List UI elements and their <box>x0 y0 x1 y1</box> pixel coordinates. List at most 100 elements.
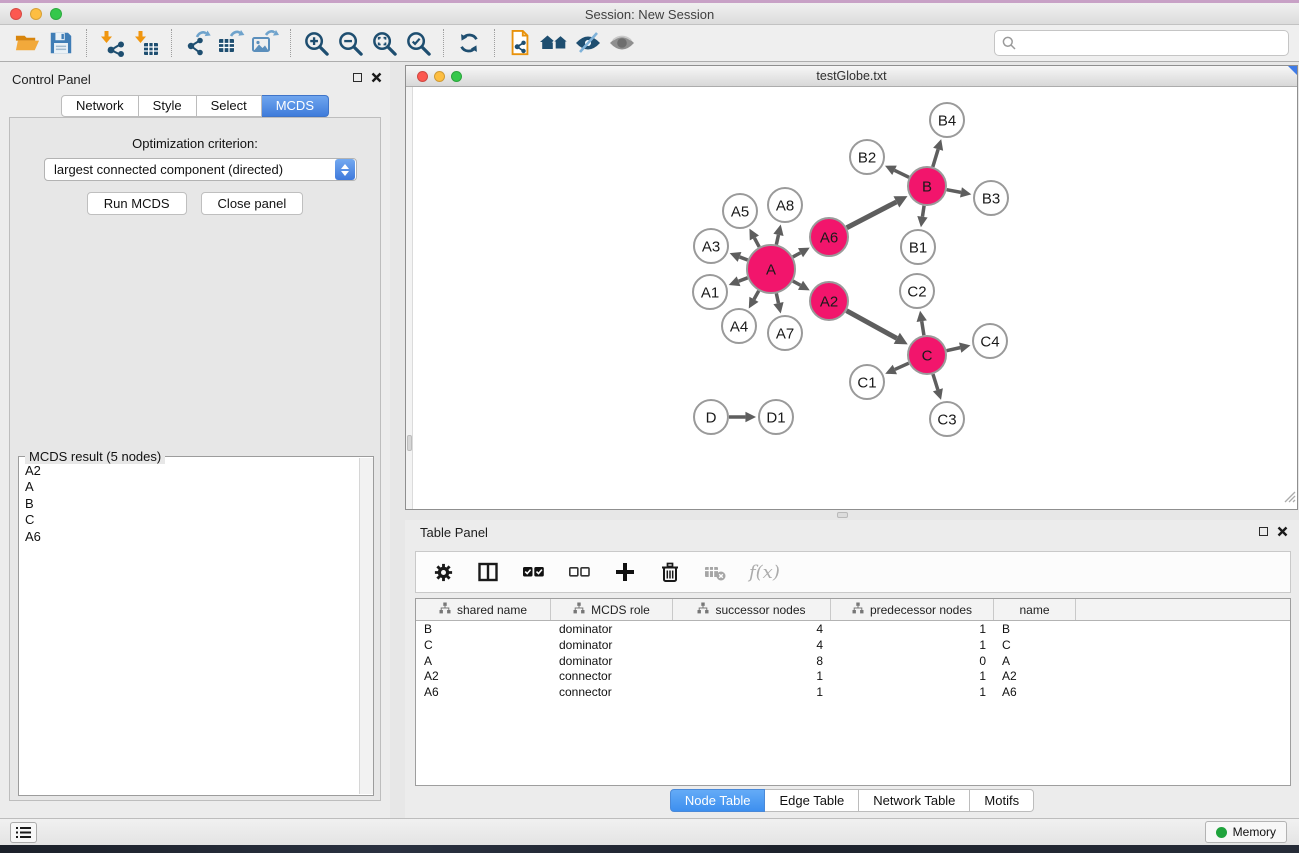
cell-predecessor-nodes: 1 <box>831 668 994 684</box>
float-panel-icon[interactable] <box>353 73 362 82</box>
export-table-icon[interactable] <box>214 28 248 58</box>
mcds-result-item[interactable]: C <box>25 512 352 528</box>
zoom-fit-icon[interactable] <box>367 28 401 58</box>
column-header-name[interactable]: name <box>994 599 1076 620</box>
memory-button[interactable]: Memory <box>1205 821 1287 843</box>
column-header-MCDS-role[interactable]: MCDS role <box>551 599 673 620</box>
svg-text:A3: A3 <box>702 238 720 255</box>
column-header-predecessor-nodes[interactable]: predecessor nodes <box>831 599 994 620</box>
tab-motifs[interactable]: Motifs <box>970 789 1034 812</box>
import-network-icon[interactable] <box>95 28 129 58</box>
svg-text:B4: B4 <box>938 112 956 129</box>
save-session-icon[interactable] <box>44 28 78 58</box>
graph-node-A8[interactable]: A8 <box>768 188 802 222</box>
open-session-icon[interactable] <box>10 28 44 58</box>
tab-network[interactable]: Network <box>61 95 139 117</box>
network-canvas[interactable]: B4 B2 B B3 A8 A5 A6 A3 B1 A A1 C2 A2 A4 A7 C4 C C1 C3 D D1 <box>406 87 1297 509</box>
table-row[interactable]: Cdominator41C <box>416 637 1290 653</box>
mcds-result-scrollbar[interactable] <box>359 458 373 794</box>
cell-predecessor-nodes: 1 <box>831 621 994 637</box>
zoom-in-icon[interactable] <box>299 28 333 58</box>
tab-select[interactable]: Select <box>197 95 262 117</box>
splitter-grabber[interactable] <box>407 435 412 451</box>
mcds-result-item[interactable]: A <box>25 479 352 495</box>
network-graph[interactable]: B4 B2 B B3 A8 A5 A6 A3 B1 A A1 C2 A2 A4 A7 C4 C C1 C3 D D1 <box>406 87 1297 509</box>
canvas-left-splitter[interactable] <box>406 87 413 509</box>
graph-node-A3[interactable]: A3 <box>694 229 728 263</box>
run-mcds-button[interactable]: Run MCDS <box>87 192 187 215</box>
graph-node-B2[interactable]: B2 <box>850 140 884 174</box>
column-header-successor-nodes[interactable]: successor nodes <box>673 599 831 620</box>
tab-edge-table[interactable]: Edge Table <box>765 789 859 812</box>
tab-node-table[interactable]: Node Table <box>670 789 766 812</box>
graph-node-A7[interactable]: A7 <box>768 316 802 350</box>
graph-node-B3[interactable]: B3 <box>974 181 1008 215</box>
memory-label: Memory <box>1233 825 1276 839</box>
select-all-icon[interactable] <box>522 561 545 583</box>
deselect-all-icon[interactable] <box>568 561 591 583</box>
mcds-result-box: MCDS result (5 nodes) A2ABCA6 <box>18 456 374 796</box>
graph-node-D1[interactable]: D1 <box>759 400 793 434</box>
tab-network-table[interactable]: Network Table <box>859 789 970 812</box>
control-panel-title: Control Panel <box>12 72 91 87</box>
splitter-grabber[interactable] <box>837 512 848 518</box>
zoom-out-icon[interactable] <box>333 28 367 58</box>
graph-node-C[interactable]: C <box>908 336 946 374</box>
svg-text:A6: A6 <box>820 229 838 246</box>
graph-node-A4[interactable]: A4 <box>722 309 756 343</box>
import-table-icon[interactable] <box>129 28 163 58</box>
refresh-icon[interactable] <box>452 28 486 58</box>
settings-gear-icon[interactable] <box>433 562 454 583</box>
mcds-result-item[interactable]: B <box>25 496 352 512</box>
graph-node-B4[interactable]: B4 <box>930 103 964 137</box>
hide-panels-eye-icon[interactable] <box>571 28 605 58</box>
graph-node-C1[interactable]: C1 <box>850 365 884 399</box>
graph-node-A1[interactable]: A1 <box>693 275 727 309</box>
close-panel-icon[interactable] <box>371 72 382 83</box>
graph-node-B1[interactable]: B1 <box>901 230 935 264</box>
mcds-result-item[interactable]: A6 <box>25 529 352 545</box>
show-columns-icon[interactable] <box>477 561 499 583</box>
graph-node-C3[interactable]: C3 <box>930 402 964 436</box>
graph-node-D[interactable]: D <box>694 400 728 434</box>
export-network-icon[interactable] <box>180 28 214 58</box>
home-layout-icon[interactable] <box>537 28 571 58</box>
mcds-result-list: A2ABCA6 <box>19 459 358 795</box>
app-title: Session: New Session <box>0 7 1299 22</box>
table-row[interactable]: Bdominator41B <box>416 621 1290 637</box>
column-sort-icon <box>697 602 709 617</box>
column-header-shared-name[interactable]: shared name <box>416 599 551 620</box>
search-input[interactable] <box>994 30 1289 56</box>
graph-node-A2[interactable]: A2 <box>810 282 848 320</box>
horizontal-splitter[interactable] <box>405 510 1299 520</box>
export-image-icon[interactable] <box>248 28 282 58</box>
graph-node-C2[interactable]: C2 <box>900 274 934 308</box>
task-history-button[interactable] <box>10 822 37 843</box>
criterion-select[interactable]: largest connected component (directed) <box>44 158 357 181</box>
toolbar-separator <box>290 29 291 57</box>
graph-node-A6[interactable]: A6 <box>810 218 848 256</box>
close-panel-button[interactable]: Close panel <box>201 192 304 215</box>
graph-node-A[interactable]: A <box>747 245 795 293</box>
show-panels-eye-icon[interactable] <box>605 28 639 58</box>
app-titlebar: Session: New Session <box>0 3 1299 25</box>
zoom-selected-icon[interactable] <box>401 28 435 58</box>
network-window-titlebar[interactable]: testGlobe.txt <box>406 66 1297 87</box>
table-row[interactable]: Adominator80A <box>416 653 1290 669</box>
add-column-icon[interactable] <box>614 561 636 583</box>
graph-node-C4[interactable]: C4 <box>973 324 1007 358</box>
mcds-result-item[interactable]: A2 <box>25 463 352 479</box>
clone-network-icon[interactable] <box>503 28 537 58</box>
table-row[interactable]: A6connector11A6 <box>416 684 1290 700</box>
delete-selection-icon[interactable] <box>659 561 681 583</box>
graph-node-B[interactable]: B <box>908 167 946 205</box>
window-resize-grip-icon[interactable] <box>1283 490 1296 508</box>
window-resize-corner-icon <box>1288 66 1297 75</box>
close-panel-icon[interactable] <box>1277 526 1288 537</box>
tab-mcds[interactable]: MCDS <box>262 95 329 117</box>
tab-style[interactable]: Style <box>139 95 197 117</box>
cell-predecessor-nodes: 0 <box>831 653 994 669</box>
table-row[interactable]: A2connector11A2 <box>416 668 1290 684</box>
float-panel-icon[interactable] <box>1259 527 1268 536</box>
graph-node-A5[interactable]: A5 <box>723 194 757 228</box>
